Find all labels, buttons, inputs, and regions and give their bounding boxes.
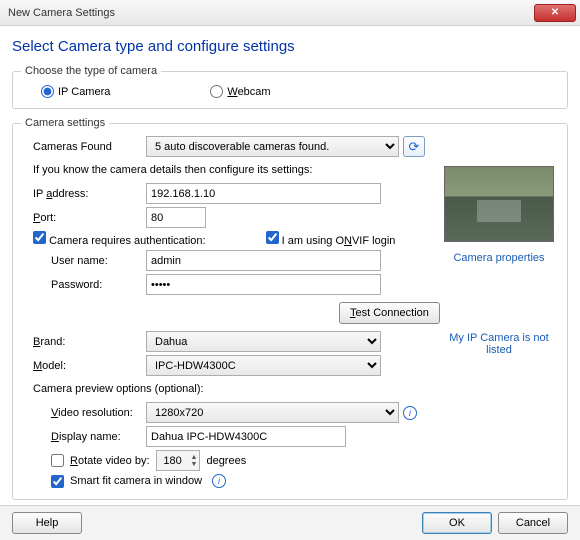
refresh-icon: ⟳ (409, 139, 420, 155)
degrees-label: degrees (206, 455, 246, 467)
refresh-button[interactable]: ⟳ (403, 136, 425, 157)
test-connection-button[interactable]: Test Connection (339, 302, 440, 324)
onvif-checkbox[interactable] (266, 231, 279, 244)
model-label: Model: (21, 360, 146, 372)
close-button[interactable]: ✕ (534, 4, 576, 22)
cancel-button[interactable]: Cancel (498, 512, 568, 534)
rotate-label: Rotate video by: (70, 455, 150, 467)
display-name-input[interactable] (146, 426, 346, 447)
onvif-checkbox-label[interactable]: I am using ONVIF login (266, 231, 396, 247)
spinner-arrows-icon[interactable]: ▲▼ (189, 454, 200, 468)
window-title: New Camera Settings (8, 7, 115, 19)
rotate-checkbox[interactable] (51, 454, 64, 467)
close-icon: ✕ (551, 7, 559, 18)
webcam-text: Webcam (227, 86, 270, 98)
camera-type-group: Choose the type of camera IP Camera Webc… (12, 65, 568, 109)
info-icon[interactable]: i (403, 406, 417, 420)
ip-camera-radio[interactable] (41, 85, 54, 98)
camera-properties-link[interactable]: Camera properties (453, 252, 544, 264)
ip-camera-text: IP Camera (58, 86, 110, 98)
info-icon[interactable]: i (212, 474, 226, 488)
model-select[interactable]: IPC-HDW4300C (146, 355, 381, 376)
ok-button[interactable]: OK (422, 512, 492, 534)
video-resolution-label: Video resolution: (21, 407, 146, 419)
camera-settings-legend: Camera settings (21, 117, 109, 129)
auth-checkbox[interactable] (33, 231, 46, 244)
rotate-value-input[interactable] (157, 452, 189, 469)
video-resolution-select[interactable]: 1280x720 (146, 402, 399, 423)
ip-address-input[interactable] (146, 183, 381, 204)
help-button[interactable]: Help (12, 512, 82, 534)
brand-select[interactable]: Dahua (146, 331, 381, 352)
preview-options-heading: Camera preview options (optional): (21, 379, 559, 399)
auth-text: Camera requires authentication: (49, 235, 206, 247)
rotate-spinner[interactable]: ▲▼ (156, 450, 201, 471)
page-heading: Select Camera type and configure setting… (12, 38, 568, 55)
port-input[interactable] (146, 207, 206, 228)
camera-settings-group: Camera settings Cameras Found 5 auto dis… (12, 117, 568, 500)
smartfit-checkbox[interactable] (51, 475, 64, 488)
username-input[interactable] (146, 250, 381, 271)
webcam-radio[interactable] (210, 85, 223, 98)
auth-checkbox-label[interactable]: Camera requires authentication: (33, 231, 206, 247)
username-label: User name: (21, 255, 146, 267)
password-label: Password: (21, 279, 146, 291)
camera-preview-image (444, 166, 554, 242)
dialog-footer: Help OK Cancel (0, 505, 580, 540)
password-input[interactable] (146, 274, 381, 295)
ip-camera-radio-label[interactable]: IP Camera (41, 85, 110, 98)
display-name-label: Display name: (21, 431, 146, 443)
port-label: Port: (21, 212, 146, 224)
camera-type-legend: Choose the type of camera (21, 65, 161, 77)
ip-address-label: IP address: (21, 188, 146, 200)
webcam-radio-label[interactable]: Webcam (210, 85, 270, 98)
smartfit-label: Smart fit camera in window (70, 475, 202, 487)
onvif-text: I am using ONVIF login (282, 235, 396, 247)
title-bar: New Camera Settings ✕ (0, 0, 580, 26)
not-listed-link[interactable]: My IP Camera is not listed (439, 332, 559, 356)
details-note: If you know the camera details then conf… (21, 160, 431, 180)
brand-label: Brand: (21, 336, 146, 348)
cameras-found-select[interactable]: 5 auto discoverable cameras found. (146, 136, 399, 157)
cameras-found-label: Cameras Found (21, 141, 146, 153)
